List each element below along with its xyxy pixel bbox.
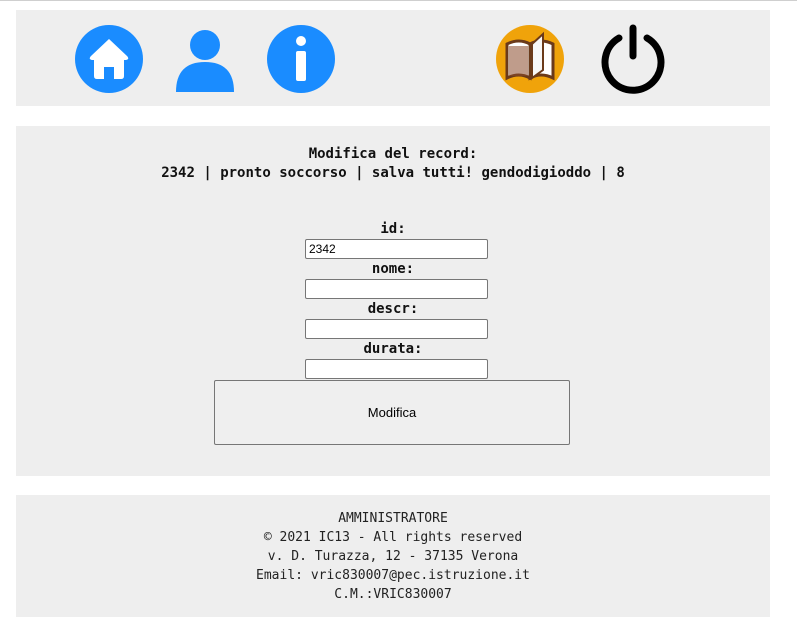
- footer-role: AMMINISTRATORE: [338, 511, 448, 526]
- descr-field[interactable]: [305, 319, 488, 339]
- nome-field[interactable]: [305, 279, 488, 299]
- modifica-button[interactable]: Modifica: [214, 380, 570, 445]
- record-summary: 2342 | pronto soccorso | salva tutti! ge…: [161, 165, 625, 181]
- power-icon[interactable]: [598, 24, 668, 94]
- form-title: Modifica del record:: [308, 146, 478, 162]
- footer-code: C.M.:VRIC830007: [334, 587, 452, 602]
- user-icon[interactable]: [170, 24, 240, 94]
- info-icon[interactable]: [266, 24, 336, 94]
- edit-form-panel: Modifica del record: 2342 | pronto socco…: [16, 126, 770, 476]
- durata-label: durata:: [363, 341, 423, 357]
- book-icon[interactable]: [495, 24, 565, 94]
- id-label: id:: [380, 221, 406, 237]
- durata-field[interactable]: [305, 359, 488, 379]
- nome-label: nome:: [371, 261, 415, 277]
- footer-address: v. D. Turazza, 12 - 37135 Verona: [267, 549, 519, 564]
- footer-email: Email: vric830007@pec.istruzione.it: [256, 568, 530, 583]
- footer-copyright: © 2021 IC13 - All rights reserved: [263, 530, 523, 545]
- home-icon[interactable]: [74, 24, 144, 94]
- id-field[interactable]: [305, 239, 488, 259]
- top-divider: [0, 0, 797, 1]
- descr-label: descr:: [367, 301, 419, 317]
- header-nav: [16, 10, 770, 106]
- footer: AMMINISTRATORE © 2021 IC13 - All rights …: [16, 495, 770, 617]
